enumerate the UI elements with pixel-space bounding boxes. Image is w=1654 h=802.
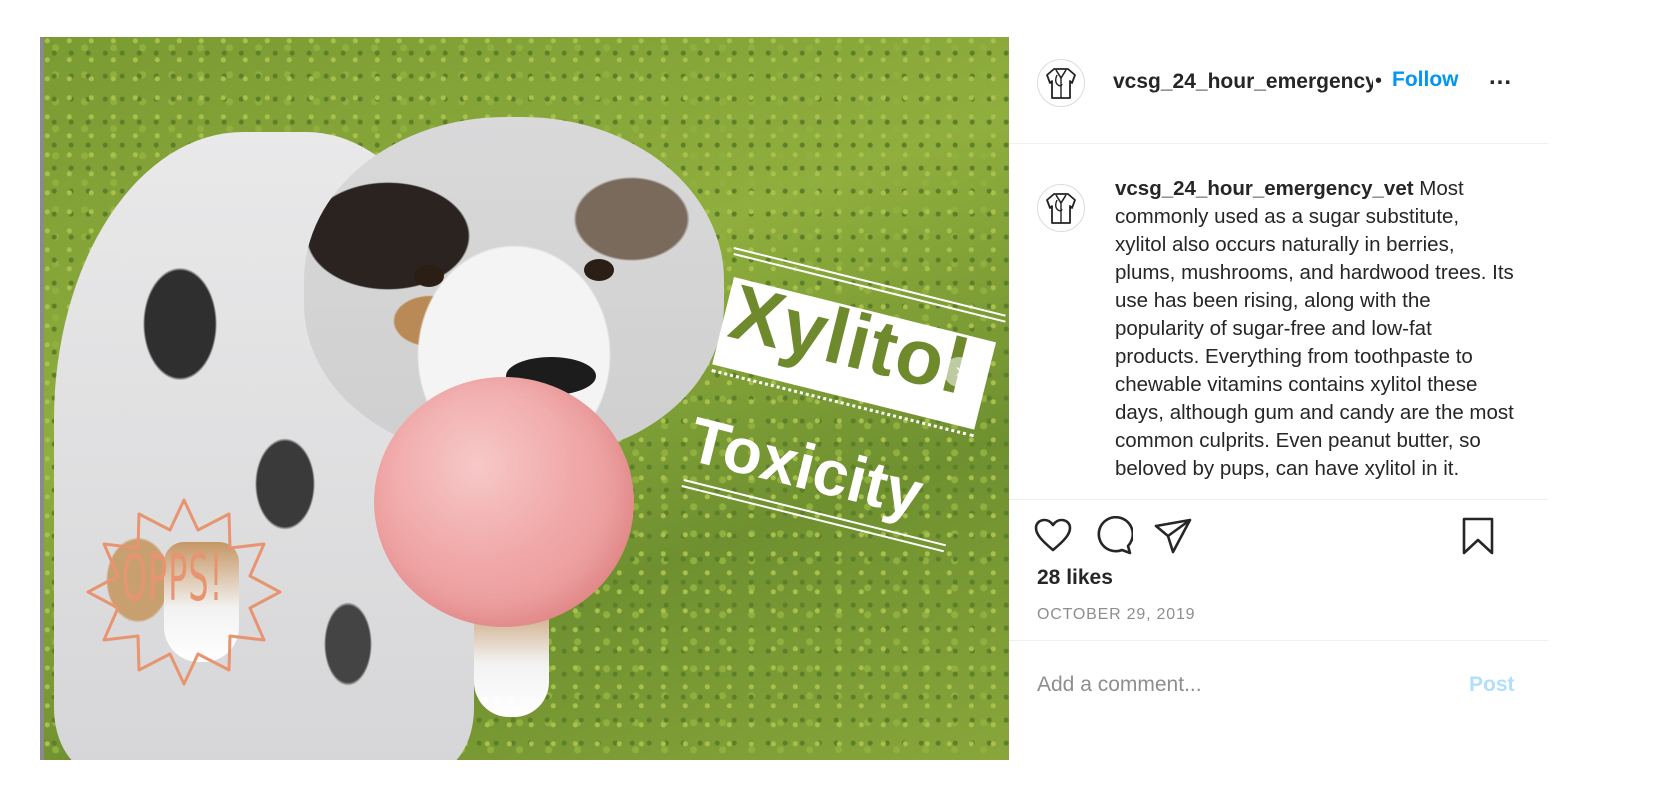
comment-icon[interactable] <box>1093 516 1133 556</box>
follow-button[interactable]: Follow <box>1392 68 1459 92</box>
burst-text: OPPS! <box>122 542 224 616</box>
caption-text: Most commonly used as a sugar substitute… <box>1115 177 1514 480</box>
bubble-gum-image <box>374 377 634 627</box>
share-icon[interactable] <box>1153 516 1193 556</box>
vet-coat-icon <box>1046 193 1076 224</box>
post-side-panel: vcsg_24_hour_emergency_vet • Follow ... … <box>1009 37 1548 760</box>
post-actions: 28 likes OCTOBER 29, 2019 Add a comment.… <box>1009 499 1548 761</box>
bookmark-icon[interactable] <box>1458 516 1498 556</box>
more-options-icon[interactable]: ... <box>1489 63 1512 91</box>
instagram-post: Xylitol Toxicity OPPS! › vcsg_24_hour_em… <box>40 37 1548 760</box>
carousel-dot <box>481 697 488 704</box>
caption-avatar[interactable] <box>1037 184 1085 232</box>
post-caption: vcsg_24_hour_emergency_vet Most commonly… <box>1115 175 1515 483</box>
post-header: vcsg_24_hour_emergency_vet • Follow ... <box>1009 37 1548 144</box>
comment-box: Add a comment... Post <box>1009 640 1548 762</box>
dog-eye <box>584 259 614 281</box>
post-date[interactable]: OCTOBER 29, 2019 <box>1037 606 1195 624</box>
dog-eye <box>414 265 444 287</box>
header-username[interactable]: vcsg_24_hour_emergency_vet <box>1113 70 1373 94</box>
avatar[interactable] <box>1037 59 1085 107</box>
separator: • <box>1375 70 1383 92</box>
comment-input[interactable]: Add a comment... <box>1037 673 1417 697</box>
next-slide-button[interactable]: › <box>944 357 974 387</box>
post-comment-button[interactable]: Post <box>1469 673 1515 697</box>
vet-coat-icon <box>1046 68 1076 99</box>
likes-count[interactable]: 28 likes <box>1037 566 1113 590</box>
carousel-dot <box>507 697 514 704</box>
post-media[interactable]: Xylitol Toxicity OPPS! › <box>40 37 1009 760</box>
carousel-dot <box>494 697 501 704</box>
carousel-indicator <box>481 697 514 704</box>
heart-icon[interactable] <box>1033 516 1073 556</box>
caption-username[interactable]: vcsg_24_hour_emergency_vet <box>1115 177 1414 200</box>
